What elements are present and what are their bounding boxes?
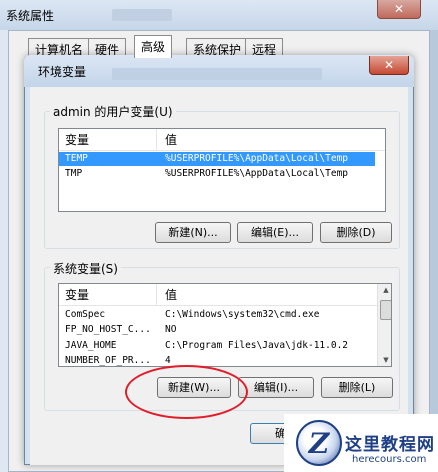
env-titlebar-blurred-text (112, 68, 322, 80)
system-row-comspec[interactable]: ComSpec C:\Windows\system32\cmd.exe (59, 308, 375, 322)
system-variables-list[interactable]: 变量 值 ComSpec C:\Windows\system32\cmd.exe… (58, 283, 392, 367)
user-col-value[interactable]: 值 (159, 129, 177, 151)
system-col-value[interactable]: 值 (159, 284, 177, 306)
titlebar-blurred-text (112, 9, 172, 21)
user-list-header: 变量 值 (59, 129, 385, 151)
row-variable-value: NO (165, 324, 177, 335)
column-separator[interactable] (156, 129, 157, 151)
watermark-logo-icon: Z (296, 420, 342, 466)
env-dialog-title: 环境变量 (38, 65, 87, 79)
system-row-java-home[interactable]: JAVA_HOME C:\Program Files\Java\jdk-11.0… (59, 339, 375, 353)
row-variable-value: %USERPROFILE%\AppData\Local\Temp (165, 168, 349, 179)
system-row-number-of-processors[interactable]: NUMBER_OF_PR... 4 (59, 354, 375, 366)
user-row-temp[interactable]: TEMP %USERPROFILE%\AppData\Local\Temp (59, 152, 375, 166)
env-dialog-close-button[interactable]: ✕ (369, 56, 409, 75)
user-variables-list[interactable]: 变量 值 TEMP %USERPROFILE%\AppData\Local\Te… (58, 128, 386, 212)
row-variable-name: ComSpec (65, 309, 106, 320)
scroll-down-arrow-icon[interactable]: ▼ (378, 356, 391, 364)
system-list-header: 变量 值 (59, 284, 377, 306)
system-properties-title: 系统属性 (6, 9, 55, 23)
system-properties-titlebar (0, 0, 438, 30)
user-edit-button[interactable]: 编辑(E)... (237, 222, 313, 243)
row-variable-value: %USERPROFILE%\AppData\Local\Temp (165, 153, 349, 164)
scroll-up-arrow-icon[interactable]: ▲ (378, 286, 391, 294)
system-col-variable[interactable]: 变量 (59, 284, 89, 306)
watermark-site-name: 这里教程网 (345, 435, 435, 455)
scroll-thumb[interactable] (380, 300, 391, 320)
user-new-button[interactable]: 新建(N)... (155, 222, 231, 243)
user-delete-button[interactable]: 删除(D) (320, 222, 392, 243)
row-variable-name: TEMP (65, 153, 88, 164)
row-variable-name: NUMBER_OF_PR... (65, 355, 151, 366)
row-variable-value: C:\Program Files\Java\jdk-11.0.2 (165, 340, 349, 351)
window-edge (430, 30, 438, 472)
system-edit-button[interactable]: 编辑(I)... (238, 377, 314, 398)
user-row-tmp[interactable]: TMP %USERPROFILE%\AppData\Local\Temp (59, 167, 375, 181)
watermark-url: herecours.com (352, 454, 427, 465)
system-list-scrollbar[interactable]: ▲ ▼ (377, 284, 391, 366)
row-variable-name: TMP (65, 168, 83, 179)
column-separator[interactable] (156, 284, 157, 306)
row-variable-name: JAVA_HOME (65, 340, 117, 351)
tab-advanced[interactable]: 高级 (134, 35, 173, 58)
user-variables-label: admin 的用户变量(U) (50, 103, 176, 120)
highlight-annotation-circle (125, 365, 248, 419)
system-delete-button[interactable]: 删除(L) (321, 377, 393, 398)
row-variable-name: FP_NO_HOST_C... (65, 324, 151, 335)
user-col-variable[interactable]: 变量 (59, 129, 89, 151)
system-properties-close-button[interactable]: ✕ (377, 0, 421, 19)
row-variable-value: C:\Windows\system32\cmd.exe (165, 309, 320, 320)
system-row-fp-no-host[interactable]: FP_NO_HOST_C... NO (59, 323, 375, 337)
system-variables-label: 系统变量(S) (50, 260, 121, 277)
